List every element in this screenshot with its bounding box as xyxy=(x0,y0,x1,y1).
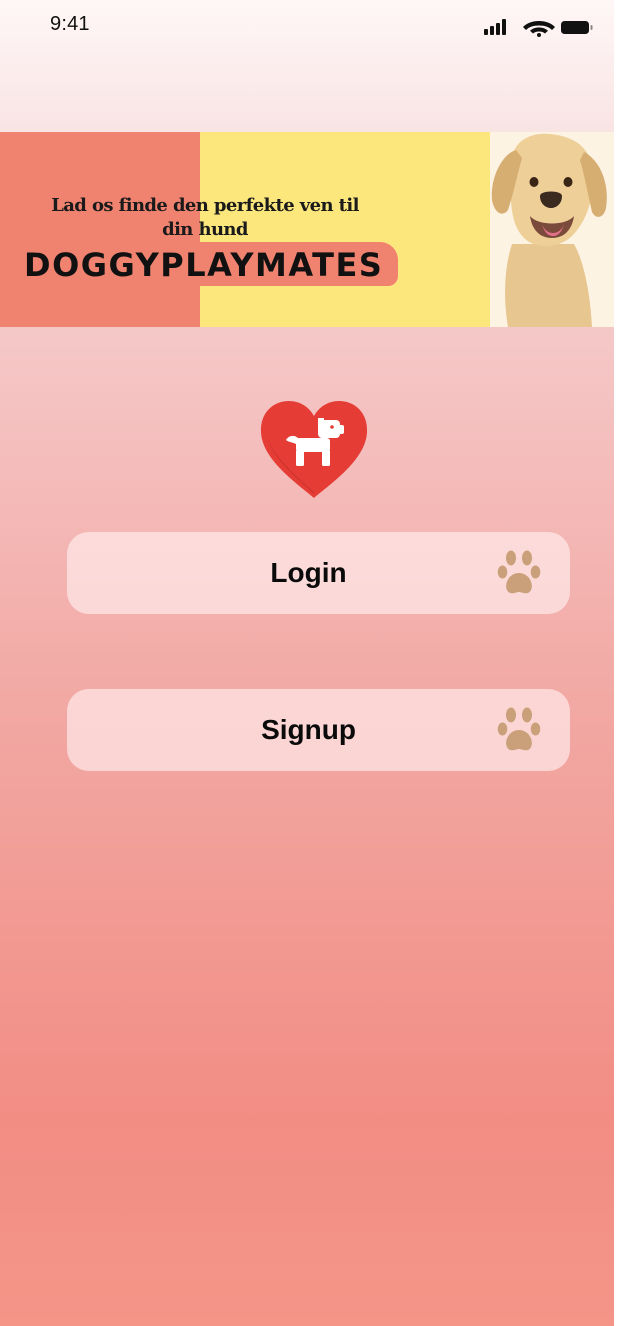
hero-banner: Lad os finde den perfekte ven til din hu… xyxy=(0,132,614,327)
dog-photo xyxy=(491,133,607,327)
status-time: 9:41 xyxy=(50,13,90,35)
login-label: Login xyxy=(270,557,347,588)
banner-tagline: Lad os finde den perfekte ven til din hu… xyxy=(51,195,359,240)
login-button[interactable]: Login xyxy=(67,532,570,614)
status-bar: 9:41 xyxy=(0,0,614,52)
app-screen: 9:41 Lad os finde den perfekte ven til d… xyxy=(0,0,614,1326)
heart-dog-icon xyxy=(260,401,368,498)
paw-icon xyxy=(497,707,541,751)
battery-icon xyxy=(561,21,593,34)
signal-icon xyxy=(484,19,506,35)
status-icons xyxy=(482,17,594,37)
wifi-icon xyxy=(523,21,555,37)
signup-button[interactable]: Signup xyxy=(67,689,570,771)
signup-label: Signup xyxy=(261,714,356,745)
brand-name: DOGGYPLAYMATES xyxy=(24,246,384,284)
paw-icon xyxy=(497,550,541,594)
